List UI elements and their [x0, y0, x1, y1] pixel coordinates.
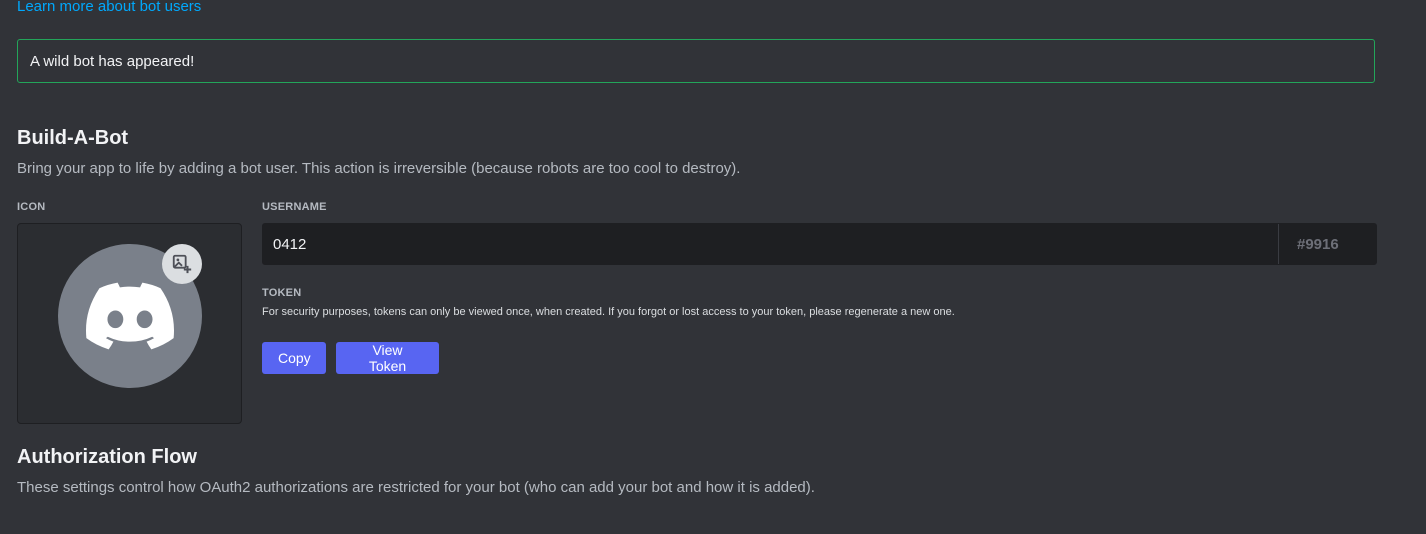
discriminator: #9916 — [1278, 224, 1376, 264]
authorization-flow-description: These settings control how OAuth2 author… — [17, 479, 815, 496]
username-label: USERNAME — [262, 201, 327, 213]
token-label: TOKEN — [262, 287, 302, 299]
copy-token-button[interactable]: Copy — [262, 342, 326, 374]
bot-icon-uploader[interactable] — [17, 223, 242, 424]
discord-logo-icon — [86, 282, 174, 350]
icon-label: ICON — [17, 201, 46, 213]
add-image-icon — [172, 254, 192, 274]
build-a-bot-title: Build-A-Bot — [17, 127, 129, 149]
authorization-flow-title: Authorization Flow — [17, 446, 197, 468]
view-token-button[interactable]: View Token — [336, 342, 439, 374]
notice-text: A wild bot has appeared! — [30, 52, 195, 70]
upload-image-button[interactable] — [162, 244, 202, 284]
username-field: #9916 — [262, 223, 1377, 265]
username-input[interactable] — [263, 223, 1278, 265]
token-description: For security purposes, tokens can only b… — [262, 306, 955, 318]
build-a-bot-description: Bring your app to life by adding a bot u… — [17, 160, 741, 177]
learn-more-bot-users-link[interactable]: Learn more about bot users — [17, 0, 201, 15]
bot-created-notice: A wild bot has appeared! — [17, 39, 1375, 83]
